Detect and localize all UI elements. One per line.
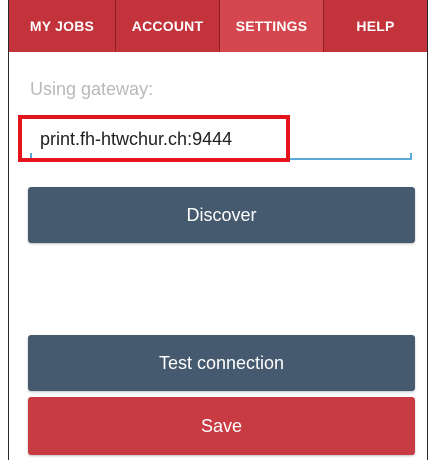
discover-button[interactable]: Discover (28, 187, 415, 243)
tab-my-jobs[interactable]: MY JOBS (9, 0, 116, 52)
gateway-label: Using gateway: (30, 79, 154, 99)
test-connection-button[interactable]: Test connection (28, 335, 415, 391)
gateway-input[interactable]: print.fh-htwchur.ch:9444 (30, 120, 412, 160)
tab-help[interactable]: HELP (324, 0, 427, 52)
save-button[interactable]: Save (28, 397, 415, 455)
gateway-input-value: print.fh-htwchur.ch:9444 (40, 129, 233, 149)
tab-bar: MY JOBS ACCOUNT SETTINGS HELP (9, 0, 427, 52)
tab-settings[interactable]: SETTINGS (220, 0, 324, 52)
tab-account[interactable]: ACCOUNT (116, 0, 220, 52)
